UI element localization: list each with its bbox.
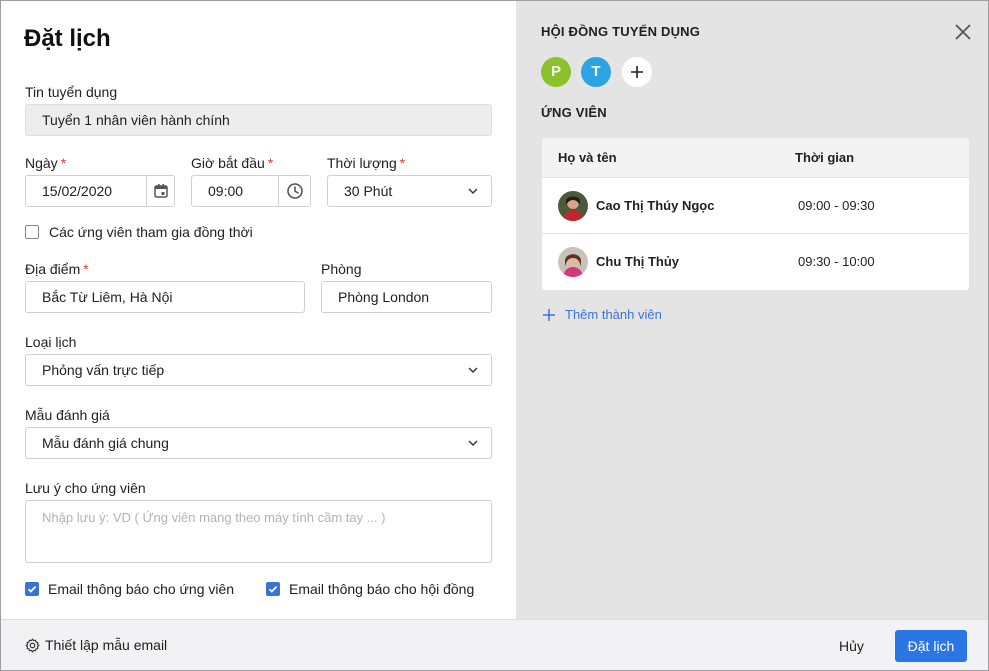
date-label: Ngày * (25, 155, 67, 171)
plus-icon (543, 308, 555, 321)
column-header-time: Thời gian (795, 150, 855, 165)
job-post-field: Tuyển 1 nhân viên hành chính (25, 104, 492, 136)
schedule-type-select[interactable]: Phỏng vấn trực tiếp (25, 354, 492, 386)
add-member-label: Thêm thành viên (565, 307, 662, 322)
check-icon (27, 586, 37, 593)
avatar (558, 191, 588, 221)
date-field[interactable]: 15/02/2020 (25, 175, 175, 207)
close-icon[interactable] (953, 22, 973, 42)
eval-template-value: Mẫu đánh giá chung (42, 435, 169, 451)
clock-icon[interactable] (278, 176, 310, 206)
chevron-down-icon (468, 367, 478, 373)
room-label: Phòng (321, 261, 362, 277)
schedule-dialog: Đặt lịch Tin tuyển dụng Tuyển 1 nhân viê… (0, 0, 989, 671)
candidate-name: Cao Thị Thúy Ngọc (596, 198, 715, 213)
start-time-value: 09:00 (208, 183, 244, 199)
add-council-member-button[interactable] (622, 57, 652, 87)
room-input[interactable]: Phòng London (321, 281, 492, 313)
table-row[interactable]: Chu Thị Thủy 09:30 - 10:00 (542, 234, 969, 290)
email-template-settings-label: Thiết lập mẫu email (45, 637, 168, 653)
duration-select[interactable]: 30 Phút (327, 175, 492, 207)
note-label: Lưu ý cho ứng viên (25, 480, 146, 496)
candidates-table: Họ và tên Thời gian Cao Thị Thúy Ngọc 09… (542, 138, 969, 290)
candidates-title: ỨNG VIÊN (541, 105, 607, 120)
add-member-link[interactable]: Thêm thành viên (542, 307, 662, 322)
date-value: 15/02/2020 (42, 183, 113, 199)
chevron-down-icon (468, 440, 478, 446)
check-icon (268, 586, 278, 593)
email-candidate-checkbox[interactable] (25, 582, 39, 596)
calendar-icon[interactable] (146, 176, 174, 206)
council-member-avatar[interactable]: T (581, 57, 611, 87)
simultaneous-label: Các ứng viên tham gia đồng thời (49, 224, 253, 240)
schedule-form: Đặt lịch Tin tuyển dụng Tuyển 1 nhân viê… (1, 1, 516, 619)
dialog-title: Đặt lịch (24, 25, 111, 52)
council-title: HỘI ĐỒNG TUYỂN DỤNG (541, 24, 701, 39)
email-council-checkbox[interactable] (266, 582, 280, 596)
candidate-time: 09:30 - 10:00 (798, 254, 875, 269)
eval-template-select[interactable]: Mẫu đánh giá chung (25, 427, 492, 459)
location-input[interactable]: Bắc Từ Liêm, Hà Nội (25, 281, 305, 313)
plus-icon (631, 66, 643, 78)
candidate-name: Chu Thị Thủy (596, 254, 680, 269)
gear-icon (25, 638, 40, 652)
table-row[interactable]: Cao Thị Thúy Ngọc 09:00 - 09:30 (542, 178, 969, 234)
duration-value: 30 Phút (344, 183, 393, 199)
schedule-type-label: Loại lịch (25, 334, 77, 350)
location-label: Địa điểm * (25, 261, 89, 277)
table-header: Họ và tên Thời gian (542, 138, 969, 178)
start-time-label: Giờ bắt đầu * (191, 155, 274, 171)
dialog-footer: Thiết lập mẫu email Hủy Đặt lịch (1, 619, 988, 670)
start-time-field[interactable]: 09:00 (191, 175, 311, 207)
job-post-label: Tin tuyển dụng (25, 84, 118, 100)
schedule-type-value: Phỏng vấn trực tiếp (42, 362, 165, 378)
duration-label: Thời lượng * (327, 155, 406, 171)
simultaneous-checkbox[interactable] (25, 225, 39, 239)
chevron-down-icon (468, 188, 478, 194)
candidate-time: 09:00 - 09:30 (798, 198, 875, 213)
email-council-label: Email thông báo cho hội đồng (289, 581, 475, 597)
email-candidate-label: Email thông báo cho ứng viên (48, 581, 235, 597)
column-header-name: Họ và tên (558, 150, 617, 165)
schedule-submit-button[interactable]: Đặt lịch (895, 630, 967, 662)
note-textarea[interactable]: Nhập lưu ý: VD ( Ứng viên mang theo máy … (25, 500, 492, 563)
council-member-avatar[interactable]: P (541, 57, 571, 87)
cancel-button[interactable]: Hủy (839, 638, 864, 654)
email-template-settings-link[interactable]: Thiết lập mẫu email (25, 637, 167, 653)
eval-template-label: Mẫu đánh giá (25, 407, 110, 423)
avatar (558, 247, 588, 277)
